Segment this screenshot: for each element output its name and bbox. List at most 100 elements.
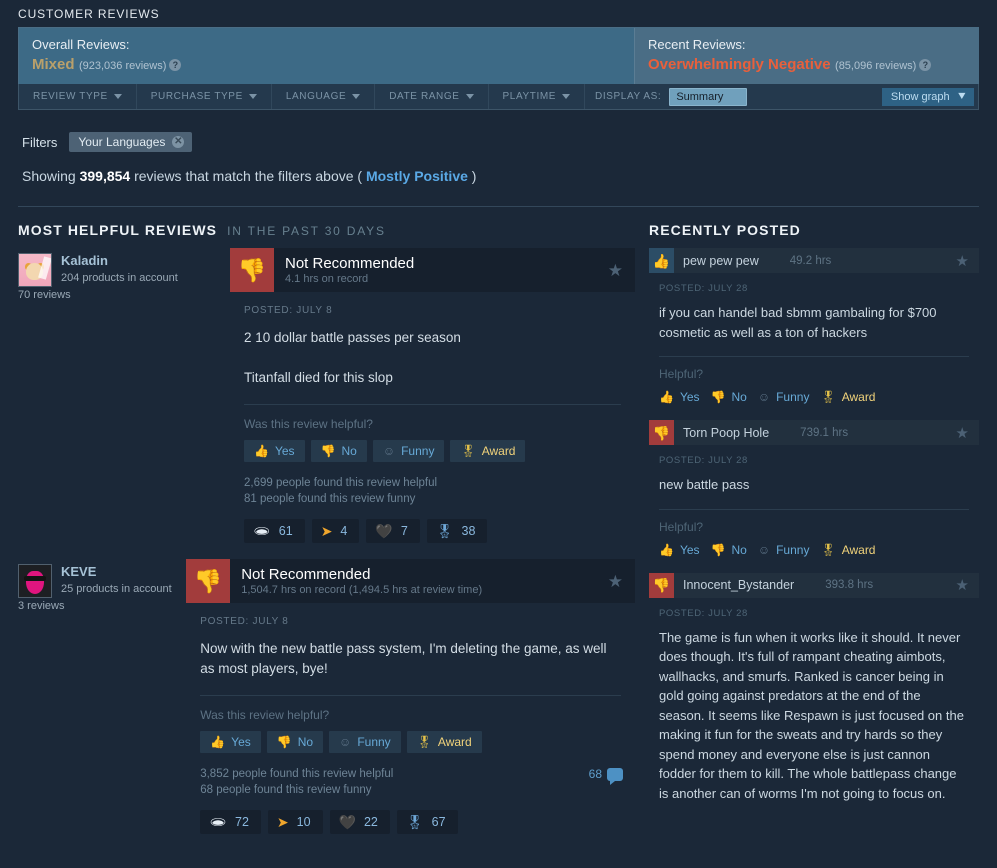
vote-funny-button[interactable]: ☺ Funny: [329, 731, 401, 753]
award-deep-thoughts[interactable]: 🕳 72: [200, 810, 261, 834]
review-verdict-label: Not Recommended: [285, 254, 415, 272]
recently-posted-heading: RECENTLY POSTED: [649, 222, 801, 238]
review-verdict-text: Not Recommended 4.1 hrs on record: [285, 255, 414, 286]
display-as-select[interactable]: Summary: [669, 87, 748, 106]
award-heartwarming[interactable]: 🖤 7: [366, 519, 420, 543]
vote-funny-button[interactable]: ☺ Funny: [758, 390, 810, 404]
showing-rating-link[interactable]: Mostly Positive: [366, 168, 468, 184]
thumbs-down-icon: 👎: [710, 542, 726, 557]
review-card: Kaladin 204 products in account 70 revie…: [18, 248, 635, 543]
vote-award-button[interactable]: 🎖 Award: [820, 390, 875, 404]
recent-review-vote-row: 👍 Yes 👎 No ☺ Funny 🎖 Award: [649, 534, 979, 557]
review-author-products: 25 products in account: [61, 583, 172, 595]
review-author-meta: Kaladin 204 products in account: [61, 253, 178, 287]
filter-date-range-label: DATE RANGE: [389, 91, 460, 102]
award-golden-unicorn[interactable]: ➤ 10: [267, 810, 323, 834]
vote-funny-button[interactable]: ☺ Funny: [758, 543, 810, 557]
review-author[interactable]: Kaladin 204 products in account: [18, 253, 230, 287]
recent-review-posted-date: POSTED: JULY 28: [659, 455, 748, 466]
award-heartwarming[interactable]: 🖤 22: [329, 810, 390, 834]
vote-award-button[interactable]: 🎖 Award: [406, 731, 482, 753]
customer-reviews-page: CUSTOMER REVIEWS Overall Reviews: Mixed …: [0, 0, 997, 868]
favorite-star-icon[interactable]: ★: [956, 252, 969, 270]
vote-no-label: No: [341, 444, 357, 458]
filter-chip-your-languages[interactable]: Your Languages ✕: [69, 132, 193, 152]
review-card: KEVE 25 products in account 3 reviews 👎 …: [18, 559, 635, 834]
overall-reviews-panel: Overall Reviews: Mixed (923,036 reviews)…: [19, 28, 634, 84]
vote-award-button[interactable]: 🎖 Award: [820, 543, 875, 557]
review-vote-row: 👍 Yes 👎 No ☺ Funny 🎖 Award: [230, 431, 635, 462]
thumbs-up-icon: 👍: [659, 542, 674, 557]
showing-summary: Showing 399,854 reviews that match the f…: [0, 152, 997, 184]
vote-yes-button[interactable]: 👍 Yes: [244, 440, 305, 462]
award-ribbon[interactable]: 🎖 67: [396, 810, 458, 834]
award-ribbon[interactable]: 🎖 38: [426, 519, 488, 543]
recent-review-author[interactable]: Innocent_Bystander: [683, 578, 794, 592]
vote-yes-label: Yes: [274, 444, 295, 458]
vote-award-label: Award: [437, 735, 472, 749]
vote-funny-button[interactable]: ☺ Funny: [372, 440, 445, 462]
avatar[interactable]: [18, 253, 52, 287]
comment-count-badge[interactable]: 68: [589, 766, 635, 785]
vote-no-button[interactable]: 👎 No: [310, 440, 367, 462]
filter-playtime[interactable]: PLAYTIME: [489, 84, 586, 109]
review-author-review-count: 70 reviews: [18, 289, 71, 301]
review-counts: 3,852 people found this review helpful 6…: [186, 753, 635, 798]
recent-review-posted-date: POSTED: JULY 28: [659, 283, 748, 294]
avatar[interactable]: [18, 564, 52, 598]
recent-review-author[interactable]: Torn Poop Hole: [683, 426, 769, 440]
review-helpful-count: 2,699 people found this review helpful: [244, 477, 438, 489]
favorite-star-icon[interactable]: ★: [956, 424, 969, 442]
review-author[interactable]: KEVE 25 products in account: [18, 564, 186, 598]
thumbs-down-icon: 👎: [649, 572, 674, 598]
vote-award-label: Award: [481, 444, 516, 458]
filter-review-type[interactable]: REVIEW TYPE: [19, 84, 137, 109]
favorite-star-icon[interactable]: ★: [608, 573, 623, 590]
award-count: 72: [235, 815, 249, 829]
review-body: Now with the new battle pass system, I'm…: [200, 641, 607, 676]
vote-no-button[interactable]: 👎 No: [266, 731, 324, 753]
vote-yes-label: Yes: [231, 735, 251, 749]
recent-review-author[interactable]: pew pew pew: [683, 254, 759, 268]
recently-posted-header: RECENTLY POSTED: [649, 207, 979, 248]
filter-purchase-type[interactable]: PURCHASE TYPE: [137, 84, 272, 109]
review-posted-date: POSTED: JULY 8: [244, 305, 333, 316]
award-count: 4: [340, 524, 348, 538]
filter-date-range[interactable]: DATE RANGE: [375, 84, 489, 109]
recent-review-body: if you can handel bad sbmm gambaling for…: [659, 305, 937, 340]
favorite-star-icon[interactable]: ★: [956, 576, 969, 594]
award-golden-unicorn[interactable]: ➤ 4: [311, 519, 360, 543]
favorite-star-icon[interactable]: ★: [608, 262, 623, 279]
ribbon-award-icon: 🎖: [405, 814, 424, 830]
question-mark-icon[interactable]: ?: [919, 59, 932, 71]
vote-no-label: No: [731, 542, 747, 557]
recent-review-helpful-label: Helpful?: [659, 367, 704, 381]
question-mark-icon[interactable]: ?: [169, 59, 182, 71]
chevron-down-icon: [248, 94, 257, 99]
thumbs-up-icon: 👍: [649, 248, 674, 273]
recent-review-header: 👎 Torn Poop Hole 739.1 hrs ★: [649, 420, 979, 445]
review-awards-row: 🕳 61 ➤ 4 🖤 7 🎖 38: [230, 507, 635, 543]
recent-review-count: (85,096 reviews): [835, 60, 917, 72]
review-helpful-count-row: 3,852 people found this review helpful 6…: [200, 766, 635, 785]
vote-no-button[interactable]: 👎 No: [711, 543, 747, 557]
vote-yes-button[interactable]: 👍 Yes: [659, 543, 700, 557]
recent-reviews-panel: Recent Reviews: Overwhelmingly Negative …: [634, 28, 978, 84]
vote-award-button[interactable]: 🎖 Award: [450, 440, 526, 462]
award-deep-thoughts[interactable]: 🕳 61: [244, 519, 305, 543]
funny-face-icon: ☺: [757, 542, 771, 557]
review-content: 👎 Not Recommended 4.1 hrs on record ★ PO…: [230, 248, 635, 543]
show-graph-button[interactable]: Show graph ⯆: [881, 87, 974, 106]
filter-language[interactable]: LANGUAGE: [272, 84, 376, 109]
review-author-name[interactable]: Kaladin: [61, 253, 178, 268]
close-icon[interactable]: ✕: [172, 136, 185, 148]
review-summary-band: Overall Reviews: Mixed (923,036 reviews)…: [18, 27, 979, 84]
review-author-name[interactable]: KEVE: [61, 564, 172, 579]
vote-no-button[interactable]: 👎 No: [711, 390, 747, 404]
vote-yes-button[interactable]: 👍 Yes: [200, 731, 261, 753]
thumbs-down-icon: 👎: [320, 444, 336, 458]
review-verdict-text: Not Recommended 1,504.7 hrs on record (1…: [241, 566, 482, 597]
review-awards-row: 🕳 72 ➤ 10 🖤 22 🎖 67: [186, 798, 635, 834]
vote-yes-button[interactable]: 👍 Yes: [659, 390, 700, 404]
vote-yes-label: Yes: [679, 542, 700, 557]
